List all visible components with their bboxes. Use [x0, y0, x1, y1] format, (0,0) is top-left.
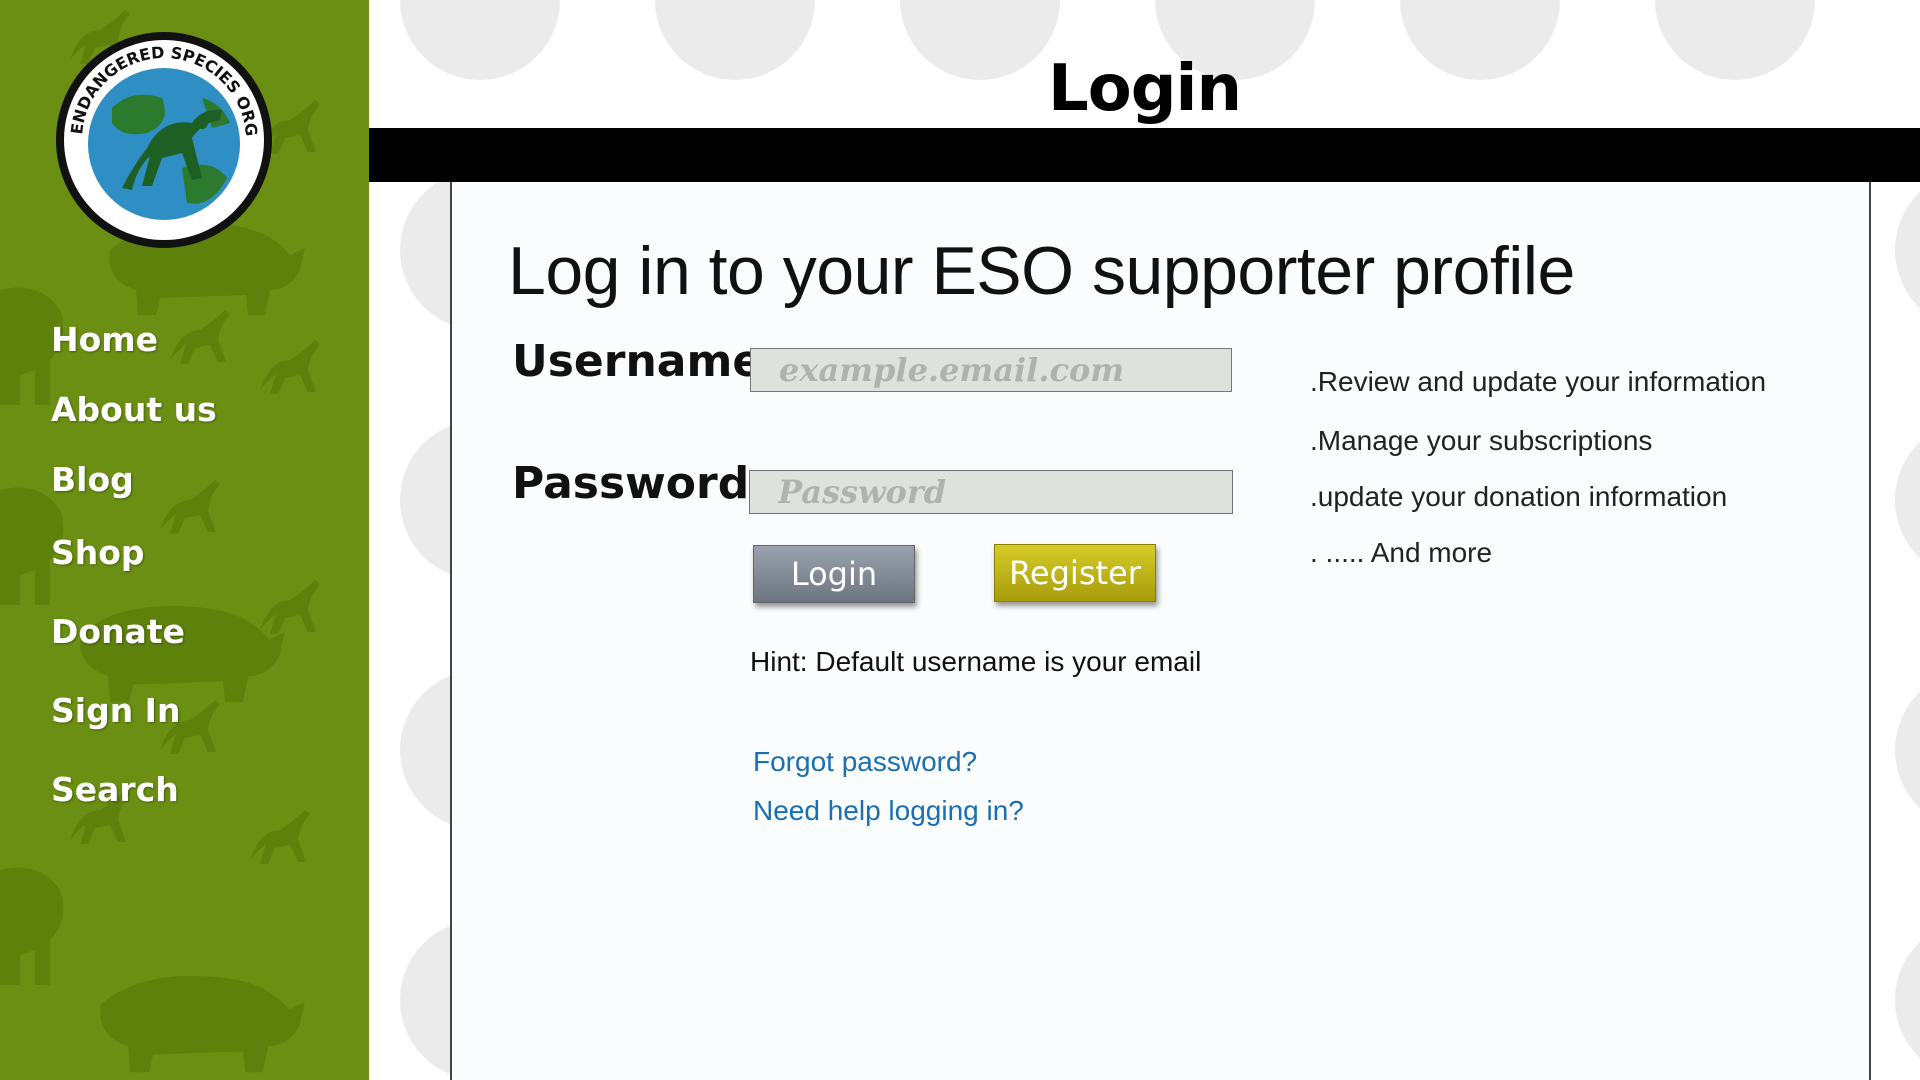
- nav-item-search[interactable]: Search: [51, 770, 179, 809]
- nav-item-sign-in[interactable]: Sign In: [51, 691, 180, 730]
- login-heading: Log in to your ESO supporter profile: [508, 233, 1575, 309]
- username-hint: Hint: Default username is your email: [750, 646, 1202, 677]
- monkey-silhouette-icon: [260, 340, 320, 394]
- list-item: .Review and update your information: [1310, 366, 1767, 397]
- monkey-silhouette-icon: [250, 810, 310, 864]
- nav-item-blog[interactable]: Blog: [51, 460, 134, 499]
- monkey-globe-logo-icon: ENDANGERED SPECIES ORGANIZATION: [45, 13, 272, 248]
- list-item: . ..... And more: [1310, 537, 1493, 568]
- page-title: Login: [1047, 52, 1242, 126]
- username-input[interactable]: [750, 348, 1232, 392]
- login-panel: Log in to your ESO supporter profile Use…: [450, 182, 1871, 1080]
- elephant-silhouette-icon: [0, 867, 64, 985]
- nav-item-donate[interactable]: Donate: [51, 612, 185, 651]
- list-item: .Manage your subscriptions: [1310, 425, 1653, 456]
- sidebar: ENDANGERED SPECIES ORGANIZATION Home Abo…: [0, 0, 369, 1080]
- login-button[interactable]: Login: [753, 545, 915, 603]
- username-label: Username:: [512, 336, 780, 387]
- monkey-silhouette-icon: [160, 480, 220, 534]
- register-button[interactable]: Register: [994, 544, 1156, 602]
- password-input[interactable]: [749, 470, 1233, 514]
- list-item: .update your donation information: [1310, 481, 1728, 512]
- nav-item-shop[interactable]: Shop: [51, 533, 145, 572]
- rhino-silhouette-icon: [100, 975, 305, 1073]
- forgot-password-link[interactable]: Forgot password?: [753, 746, 977, 778]
- password-label: Password:: [512, 458, 767, 509]
- nav-item-about-us[interactable]: About us: [51, 390, 217, 429]
- monkey-silhouette-icon: [170, 310, 230, 364]
- nav-item-home[interactable]: Home: [51, 320, 158, 359]
- eso-logo[interactable]: ENDANGERED SPECIES ORGANIZATION: [45, 13, 276, 252]
- header-bar: [369, 128, 1920, 182]
- monkey-silhouette-icon: [260, 580, 320, 634]
- help-logging-in-link[interactable]: Need help logging in?: [753, 795, 1024, 827]
